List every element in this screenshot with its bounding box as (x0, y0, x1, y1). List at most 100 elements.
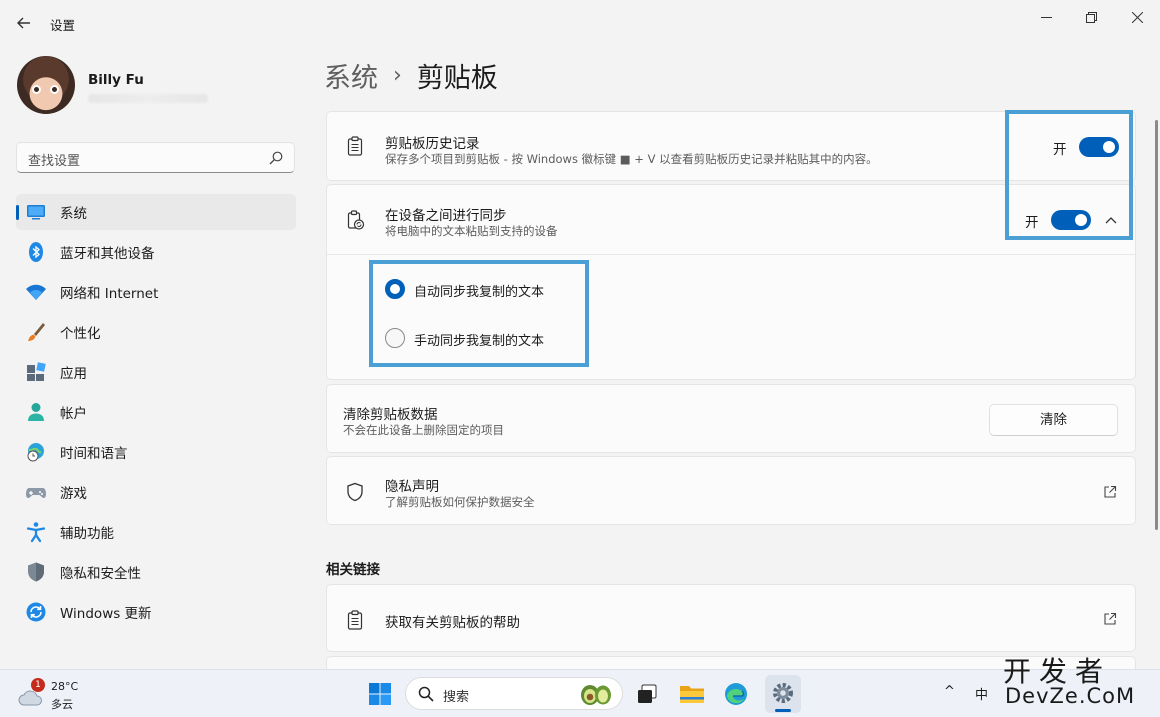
clipboard-sync-icon (345, 210, 365, 230)
profile-name: Billy Fu (88, 72, 144, 88)
restore-icon (1085, 11, 1097, 23)
highlight-box-toggles (1005, 110, 1133, 240)
edge-browser-icon (725, 683, 747, 705)
weather-badge: 1 (31, 678, 45, 692)
windows-logo-icon (369, 683, 391, 705)
wifi-icon (25, 281, 47, 303)
gamepad-icon (25, 481, 47, 503)
search-icon (269, 151, 283, 165)
sidebar-item-time-language[interactable]: 时间和语言 (16, 434, 296, 470)
minimize-button[interactable] (1023, 6, 1069, 28)
clipboard-history-subtitle: 保存多个项目到剪贴板 - 按 Windows 徽标键 ■ + V 以查看剪贴板历… (385, 152, 878, 166)
clipboard-icon (345, 610, 365, 630)
tray-overflow-chevron[interactable]: ^ (944, 684, 955, 699)
apps-icon (25, 361, 47, 383)
back-arrow-icon[interactable] (14, 13, 34, 33)
breadcrumb: 系统 › 剪贴板 (324, 56, 498, 95)
breadcrumb-parent[interactable]: 系统 (324, 56, 378, 95)
divider (327, 254, 1135, 255)
open-external-icon (1103, 612, 1117, 626)
privacy-title: 隐私声明 (385, 479, 439, 495)
sidebar-item-label: 隐私和安全性 (60, 566, 141, 582)
avocado-icon (578, 682, 614, 710)
task-view-button[interactable] (631, 678, 663, 710)
open-external-icon (1103, 485, 1117, 499)
close-icon (1131, 11, 1143, 23)
update-icon (25, 601, 47, 623)
help-link-label: 获取有关剪贴板的帮助 (385, 615, 520, 631)
breadcrumb-separator: › (393, 63, 402, 88)
sync-subtitle: 将电脑中的文本粘贴到支持的设备 (385, 224, 558, 238)
taskbar-search[interactable]: 搜索 (405, 677, 623, 710)
scrollbar[interactable] (1155, 120, 1158, 530)
sidebar-item-privacy[interactable]: 隐私和安全性 (16, 554, 296, 590)
help-link-card[interactable]: 获取有关剪贴板的帮助 (326, 584, 1136, 652)
weather-widget[interactable]: 1 28°C 多云 (18, 678, 98, 712)
system-icon (25, 201, 47, 223)
highlight-box-radios (369, 260, 589, 367)
ime-indicator[interactable]: 中 (975, 684, 988, 703)
sidebar-item-personalization[interactable]: 个性化 (16, 314, 296, 350)
sidebar-item-system[interactable]: 系统 (16, 194, 296, 230)
shield-outline-icon (345, 482, 365, 502)
site-watermark: 开发者 DevZe.CoM (1003, 650, 1153, 710)
accessibility-icon (25, 521, 47, 543)
maximize-button[interactable] (1068, 6, 1114, 28)
sidebar-item-label: 时间和语言 (60, 446, 128, 462)
sidebar-item-label: 辅助功能 (60, 526, 114, 542)
sidebar-item-gaming[interactable]: 游戏 (16, 474, 296, 510)
sidebar-item-label: 蓝牙和其他设备 (60, 246, 155, 262)
sidebar-item-label: 帐户 (60, 406, 87, 422)
app-title: 设置 (50, 18, 76, 33)
bluetooth-icon (25, 241, 47, 263)
sidebar-item-label: Windows 更新 (60, 606, 152, 622)
sidebar-item-label: 系统 (60, 206, 87, 222)
brush-icon (25, 321, 47, 343)
edge-button[interactable] (720, 678, 752, 710)
sidebar-item-accessibility[interactable]: 辅助功能 (16, 514, 296, 550)
user-profile[interactable]: Billy Fu (17, 56, 287, 118)
task-view-icon (638, 684, 657, 703)
taskbar: 1 28°C 多云 搜索 ^ 中 (0, 669, 1160, 717)
sidebar-item-bluetooth[interactable]: 蓝牙和其他设备 (16, 234, 296, 270)
clear-title: 清除剪贴板数据 (343, 407, 438, 423)
settings-search-input[interactable]: 查找设置 (16, 142, 295, 173)
folder-icon (680, 686, 704, 703)
avatar-eye (32, 85, 41, 94)
sidebar-item-label: 网络和 Internet (60, 286, 159, 302)
sidebar-item-label: 个性化 (60, 326, 101, 342)
watermark-line2: DevZe.CoM (1005, 684, 1136, 708)
related-links-heading: 相关链接 (326, 562, 380, 578)
sync-title: 在设备之间进行同步 (385, 208, 507, 224)
clear-subtitle: 不会在此设备上删除固定的项目 (343, 423, 504, 437)
settings-app-button[interactable] (765, 675, 801, 713)
sidebar-item-apps[interactable]: 应用 (16, 354, 296, 390)
file-explorer-button[interactable] (676, 678, 708, 710)
privacy-card[interactable]: 隐私声明 了解剪贴板如何保护数据安全 (326, 456, 1136, 525)
sidebar-item-accounts[interactable]: 帐户 (16, 394, 296, 430)
weather-temperature: 28°C (51, 680, 79, 693)
search-icon (418, 686, 434, 706)
clipboard-history-title: 剪贴板历史记录 (385, 136, 480, 152)
sidebar-item-network[interactable]: 网络和 Internet (16, 274, 296, 310)
close-button[interactable] (1114, 6, 1160, 28)
avatar-eye (50, 85, 59, 94)
privacy-subtitle: 了解剪贴板如何保护数据安全 (385, 495, 535, 509)
title-bar: 设置 (0, 0, 1160, 48)
clipboard-icon (345, 136, 365, 156)
taskbar-search-placeholder: 搜索 (443, 690, 470, 705)
clear-button[interactable]: 清除 (989, 404, 1118, 436)
profile-email-redacted (88, 94, 208, 103)
minimize-icon (1040, 16, 1052, 18)
sidebar-item-label: 游戏 (60, 486, 87, 502)
start-button[interactable] (364, 678, 396, 710)
page-title: 剪贴板 (416, 63, 498, 94)
weather-condition: 多云 (51, 698, 73, 711)
search-placeholder: 查找设置 (28, 154, 81, 169)
sidebar-item-windows-update[interactable]: Windows 更新 (16, 594, 296, 630)
settings-gear-icon (772, 682, 794, 708)
sidebar-item-label: 应用 (60, 366, 87, 382)
shield-icon (25, 561, 47, 583)
globe-clock-icon (25, 441, 47, 463)
sidebar-nav: 系统 蓝牙和其他设备 网络和 Internet 个性化 应用 帐户 时间和语言 … (16, 194, 296, 634)
